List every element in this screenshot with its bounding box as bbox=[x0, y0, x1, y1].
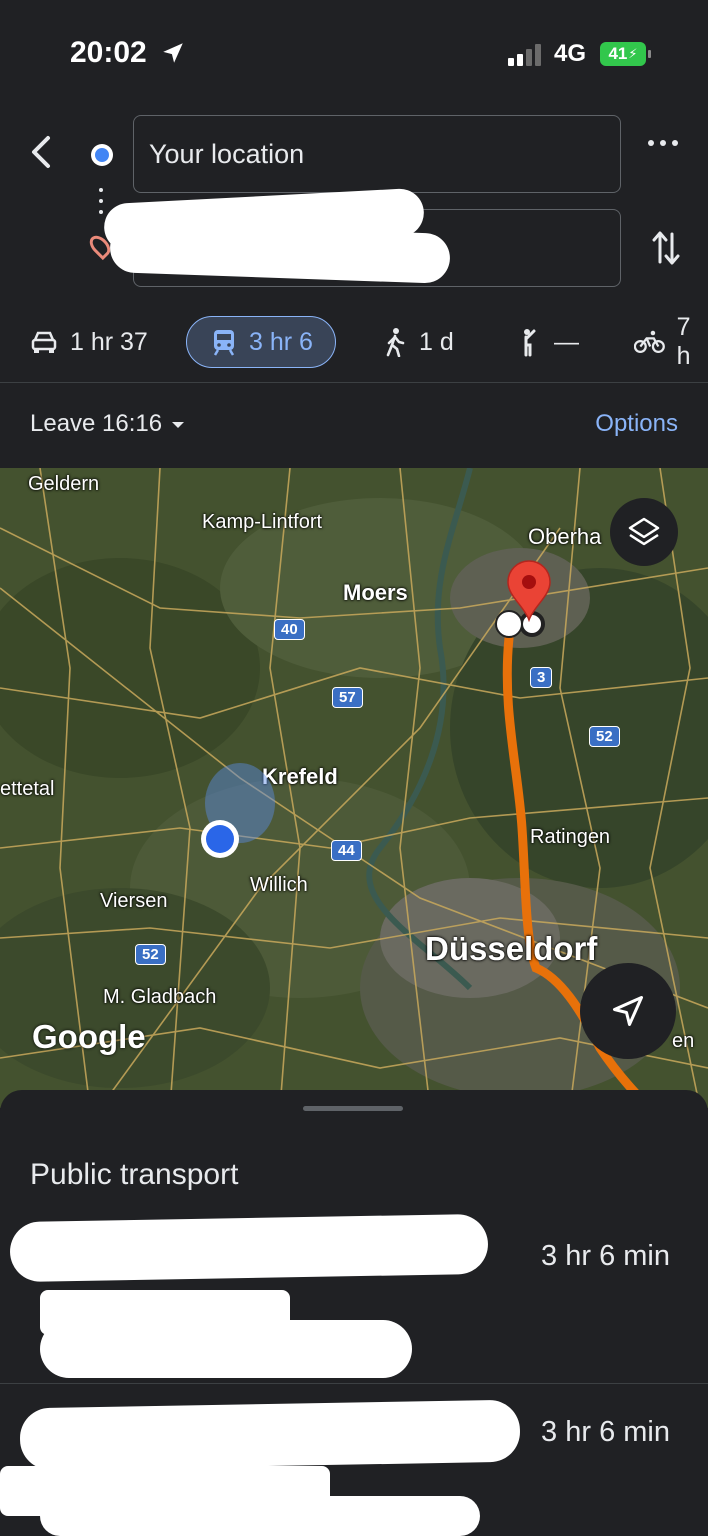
route-option[interactable]: 3 hr 6 min bbox=[0, 1200, 708, 1382]
divider bbox=[0, 1383, 708, 1384]
mode-drive[interactable]: 1 hr 37 bbox=[30, 316, 148, 368]
redaction-mark bbox=[19, 1399, 521, 1471]
car-icon bbox=[31, 331, 57, 353]
map-label-kamp-lintfort: Kamp-Lintfort bbox=[202, 511, 323, 533]
mode-transit-label: 3 hr 6 bbox=[249, 327, 313, 356]
map-label-hilden: en bbox=[672, 1030, 695, 1052]
origin-input[interactable]: Your location bbox=[133, 115, 621, 193]
sheet-title: Public transport bbox=[30, 1158, 239, 1191]
highway-shield-3: 3 bbox=[530, 667, 553, 688]
mode-ride-hail[interactable]: — bbox=[516, 316, 579, 368]
highway-shield-44: 44 bbox=[331, 840, 362, 861]
charging-icon: ⚡ bbox=[628, 46, 638, 61]
map-label-moers: Moers bbox=[343, 580, 408, 605]
back-arrow-icon[interactable] bbox=[26, 132, 56, 172]
map-label-mgladbach: M. Gladbach bbox=[103, 986, 217, 1008]
departure-time-label: Leave 16:16 bbox=[30, 410, 163, 437]
sheet-drag-handle[interactable] bbox=[303, 1106, 403, 1111]
network-type: 4G bbox=[554, 40, 587, 67]
map-layers-button[interactable] bbox=[610, 498, 678, 566]
mode-bike[interactable]: 7 h bbox=[634, 313, 708, 370]
mode-ride-hail-label: — bbox=[554, 327, 579, 356]
route-dots-icon bbox=[99, 188, 105, 221]
divider bbox=[0, 382, 708, 383]
redaction-mark bbox=[40, 1320, 412, 1378]
mode-drive-label: 1 hr 37 bbox=[70, 327, 148, 356]
battery-indicator: 41 ⚡ bbox=[600, 42, 651, 66]
map-label-viersen: Viersen bbox=[100, 890, 168, 912]
destination-pin-icon bbox=[507, 560, 551, 622]
swap-icon[interactable] bbox=[650, 228, 682, 268]
highway-shield-40: 40 bbox=[274, 619, 305, 640]
layers-icon bbox=[628, 517, 660, 546]
mode-bike-label: 7 h bbox=[676, 313, 691, 370]
current-location-marker bbox=[201, 820, 239, 858]
route-duration: 3 hr 6 min bbox=[541, 1416, 670, 1448]
map-label-krefeld: Krefeld bbox=[262, 764, 338, 789]
map-label-dusseldorf: Düsseldorf bbox=[425, 930, 598, 967]
highway-shield-52-west: 52 bbox=[135, 944, 166, 965]
bike-icon bbox=[634, 330, 665, 354]
routes-bottom-sheet: Public transport 3 hr 6 min 3 hr 6 min bbox=[0, 1090, 708, 1536]
redaction-mark bbox=[40, 1496, 480, 1536]
more-options-icon[interactable] bbox=[648, 140, 678, 146]
status-bar: 20:02 4G 41 ⚡ bbox=[0, 0, 708, 100]
map-label-ratingen: Ratingen bbox=[530, 826, 611, 848]
train-icon bbox=[213, 330, 235, 356]
highway-shield-57: 57 bbox=[332, 687, 363, 708]
departure-time-selector[interactable]: Leave 16:16 bbox=[30, 410, 185, 438]
location-services-icon bbox=[163, 43, 183, 63]
start-navigation-button[interactable] bbox=[580, 963, 676, 1059]
map-label-geldern: Geldern bbox=[28, 473, 100, 495]
options-link[interactable]: Options bbox=[595, 410, 678, 438]
chevron-down-icon bbox=[172, 422, 185, 428]
travel-mode-tabs: 1 hr 37 3 hr 6 1 d — 7 h bbox=[0, 313, 708, 370]
cell-signal-icon bbox=[508, 44, 541, 66]
origin-value: Your location bbox=[149, 138, 305, 169]
route-option[interactable]: 3 hr 6 min bbox=[0, 1386, 708, 1536]
status-time: 20:02 bbox=[70, 36, 147, 69]
battery-level: 41 bbox=[608, 44, 628, 63]
route-duration: 3 hr 6 min bbox=[541, 1240, 670, 1272]
mode-walk[interactable]: 1 d bbox=[383, 316, 454, 368]
map-label-willich: Willich bbox=[250, 874, 308, 896]
ride-hail-icon bbox=[524, 329, 536, 357]
navigation-arrow-icon bbox=[613, 996, 643, 1026]
mode-transit[interactable]: 3 hr 6 bbox=[186, 316, 336, 368]
google-attribution: Google bbox=[32, 1018, 146, 1055]
map-label-oberhausen: Oberha bbox=[528, 524, 602, 549]
map-label-nettetal: ettetal bbox=[0, 778, 55, 800]
redaction-mark bbox=[9, 1213, 489, 1283]
walk-icon bbox=[386, 328, 405, 357]
origin-dot-icon bbox=[91, 144, 113, 166]
map-view[interactable]: Geldern Kamp-Lintfort Oberha Moers Krefe… bbox=[0, 468, 708, 1108]
highway-shield-52-east: 52 bbox=[589, 726, 620, 747]
mode-walk-label: 1 d bbox=[419, 327, 454, 356]
